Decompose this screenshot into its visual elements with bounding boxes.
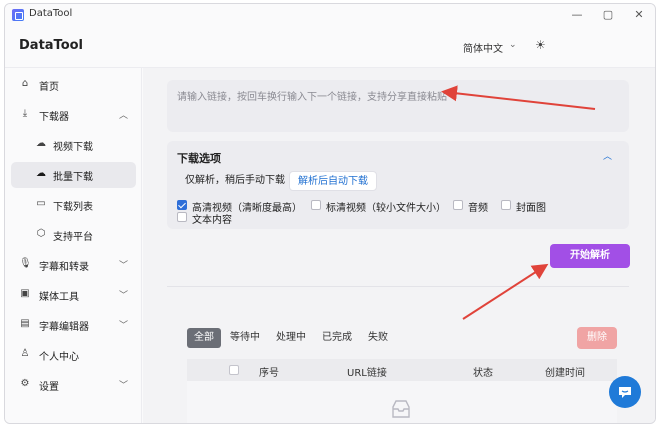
sidebar-item-video-download[interactable]: ☁ 视频下载 bbox=[11, 132, 136, 158]
download-icon: ⤓ bbox=[22, 108, 28, 119]
sidebar-item-home[interactable]: ⌂ 首页 bbox=[11, 72, 136, 98]
chevron-up-icon: ︿ bbox=[119, 111, 129, 121]
checkbox-label: 文本内容 bbox=[192, 215, 232, 226]
gear-icon: ⚙ bbox=[20, 378, 30, 389]
sidebar-item-label: 字幕和转录 bbox=[39, 262, 89, 273]
select-all-checkbox[interactable] bbox=[229, 365, 239, 375]
mode-auto-download[interactable]: 解析后自动下载 bbox=[289, 171, 377, 191]
tab-completed[interactable]: 已完成 bbox=[317, 328, 357, 348]
sidebar-item-label: 字幕编辑器 bbox=[39, 322, 89, 333]
chat-icon bbox=[619, 387, 631, 398]
table-header: 序号 URL链接 状态 创建时间 bbox=[187, 359, 617, 381]
tab-processing[interactable]: 处理中 bbox=[271, 328, 311, 348]
checkbox-icon[interactable] bbox=[311, 200, 321, 210]
chevron-up-icon[interactable]: ︿ bbox=[603, 149, 612, 162]
sidebar-item-label: 首页 bbox=[39, 82, 59, 93]
checkbox-icon[interactable] bbox=[501, 200, 511, 210]
chevron-down-icon: ﹀ bbox=[119, 381, 129, 391]
url-input-placeholder: 请输入链接，按回车换行输入下一个链接，支持分享直接粘贴 bbox=[177, 92, 447, 103]
chevron-down-icon[interactable]: ⌄ bbox=[509, 40, 517, 50]
sidebar-item-label: 设置 bbox=[39, 382, 59, 393]
tab-all[interactable]: 全部 bbox=[187, 328, 221, 348]
subtitle-icon: ▤ bbox=[20, 318, 30, 329]
user-icon: ♙ bbox=[20, 348, 30, 359]
table-empty-state bbox=[187, 381, 617, 423]
sidebar-item-label: 下载器 bbox=[39, 112, 69, 123]
app-window: DataTool — ▢ ✕ DataTool 简体中文 ⌄ ☀ ⌂ 首页 ⤓ … bbox=[4, 3, 656, 424]
sidebar-item-subtitle-editor[interactable]: ▤ 字幕编辑器 ﹀ bbox=[11, 312, 136, 338]
sidebar-item-supported-platforms[interactable]: ⬡ 支持平台 bbox=[11, 222, 136, 248]
checkbox-label: 标清视频（较小文件大小） bbox=[326, 203, 446, 214]
checkbox-checked-icon[interactable] bbox=[177, 200, 187, 210]
cloud-download-icon: ☁ bbox=[36, 138, 46, 149]
minimize-button[interactable]: — bbox=[565, 6, 589, 24]
archive-icon: ▭ bbox=[36, 198, 46, 209]
sidebar-item-label: 视频下载 bbox=[53, 142, 93, 153]
checkbox-label: 音频 bbox=[468, 203, 488, 214]
sidebar-item-label: 下载列表 bbox=[53, 202, 93, 213]
checkbox-icon[interactable] bbox=[453, 200, 463, 210]
divider bbox=[167, 286, 629, 287]
sidebar-item-download-list[interactable]: ▭ 下载列表 bbox=[11, 192, 136, 218]
sidebar-item-downloader[interactable]: ⤓ 下载器 ︿ bbox=[11, 102, 136, 128]
main-content: 请输入链接，按回车换行输入下一个链接，支持分享直接粘贴 下载选项 ︿ 仅解析，稍… bbox=[143, 68, 655, 423]
checkbox-label: 封面图 bbox=[516, 203, 546, 214]
sidebar-item-label: 批量下载 bbox=[53, 172, 93, 183]
options-title: 下载选项 bbox=[177, 152, 221, 165]
column-created-time: 创建时间 bbox=[545, 368, 585, 379]
chat-support-button[interactable] bbox=[609, 376, 641, 408]
sidebar-item-label: 媒体工具 bbox=[39, 292, 79, 303]
sidebar-item-profile[interactable]: ♙ 个人中心 bbox=[11, 342, 136, 368]
mic-icon: 🎙 bbox=[19, 258, 32, 269]
brand-title: DataTool bbox=[19, 38, 84, 53]
sun-icon[interactable]: ☀ bbox=[535, 38, 546, 52]
checkbox-icon[interactable] bbox=[177, 212, 187, 222]
box-icon: ⬡ bbox=[36, 228, 46, 239]
app-logo-icon bbox=[12, 9, 24, 21]
download-options-panel: 下载选项 ︿ 仅解析，稍后手动下载 解析后自动下载 高清视频（清晰度最高） 标清… bbox=[167, 141, 629, 229]
video-icon: ▣ bbox=[20, 288, 30, 299]
sidebar-item-subtitles-transcription[interactable]: 🎙 字幕和转录 ﹀ bbox=[11, 252, 136, 278]
delete-button[interactable]: 删除 bbox=[577, 327, 617, 349]
mode-parse-only[interactable]: 仅解析，稍后手动下载 bbox=[177, 171, 293, 191]
app-header: DataTool 简体中文 ⌄ ☀ bbox=[5, 26, 655, 68]
column-url: URL链接 bbox=[347, 368, 387, 379]
start-parse-button[interactable]: 开始解析 bbox=[550, 244, 630, 268]
maximize-button[interactable]: ▢ bbox=[596, 6, 620, 24]
language-select[interactable]: 简体中文 bbox=[463, 40, 503, 55]
sidebar-item-batch-download[interactable]: ☁ 批量下载 bbox=[11, 162, 136, 188]
empty-inbox-icon bbox=[392, 400, 410, 418]
sidebar-item-settings[interactable]: ⚙ 设置 ﹀ bbox=[11, 372, 136, 398]
home-icon: ⌂ bbox=[21, 78, 29, 89]
close-button[interactable]: ✕ bbox=[627, 6, 651, 24]
chevron-down-icon: ﹀ bbox=[119, 261, 129, 271]
tab-waiting[interactable]: 等待中 bbox=[225, 328, 265, 348]
chevron-down-icon: ﹀ bbox=[119, 291, 129, 301]
sidebar-item-label: 支持平台 bbox=[53, 232, 93, 243]
sidebar: ⌂ 首页 ⤓ 下载器 ︿ ☁ 视频下载 ☁ 批量下载 ▭ 下载列表 ⬡ 支持平台… bbox=[5, 68, 142, 423]
title-bar: DataTool — ▢ ✕ bbox=[5, 4, 655, 26]
window-title: DataTool bbox=[29, 8, 73, 19]
chevron-down-icon: ﹀ bbox=[119, 321, 129, 331]
url-input[interactable]: 请输入链接，按回车换行输入下一个链接，支持分享直接粘贴 bbox=[167, 80, 629, 132]
column-index: 序号 bbox=[259, 368, 279, 379]
column-status: 状态 bbox=[473, 368, 493, 379]
sidebar-item-media-tools[interactable]: ▣ 媒体工具 ﹀ bbox=[11, 282, 136, 308]
sidebar-item-label: 个人中心 bbox=[39, 352, 79, 363]
tab-failed[interactable]: 失败 bbox=[363, 328, 393, 348]
cloud-batch-icon: ☁ bbox=[36, 168, 46, 179]
